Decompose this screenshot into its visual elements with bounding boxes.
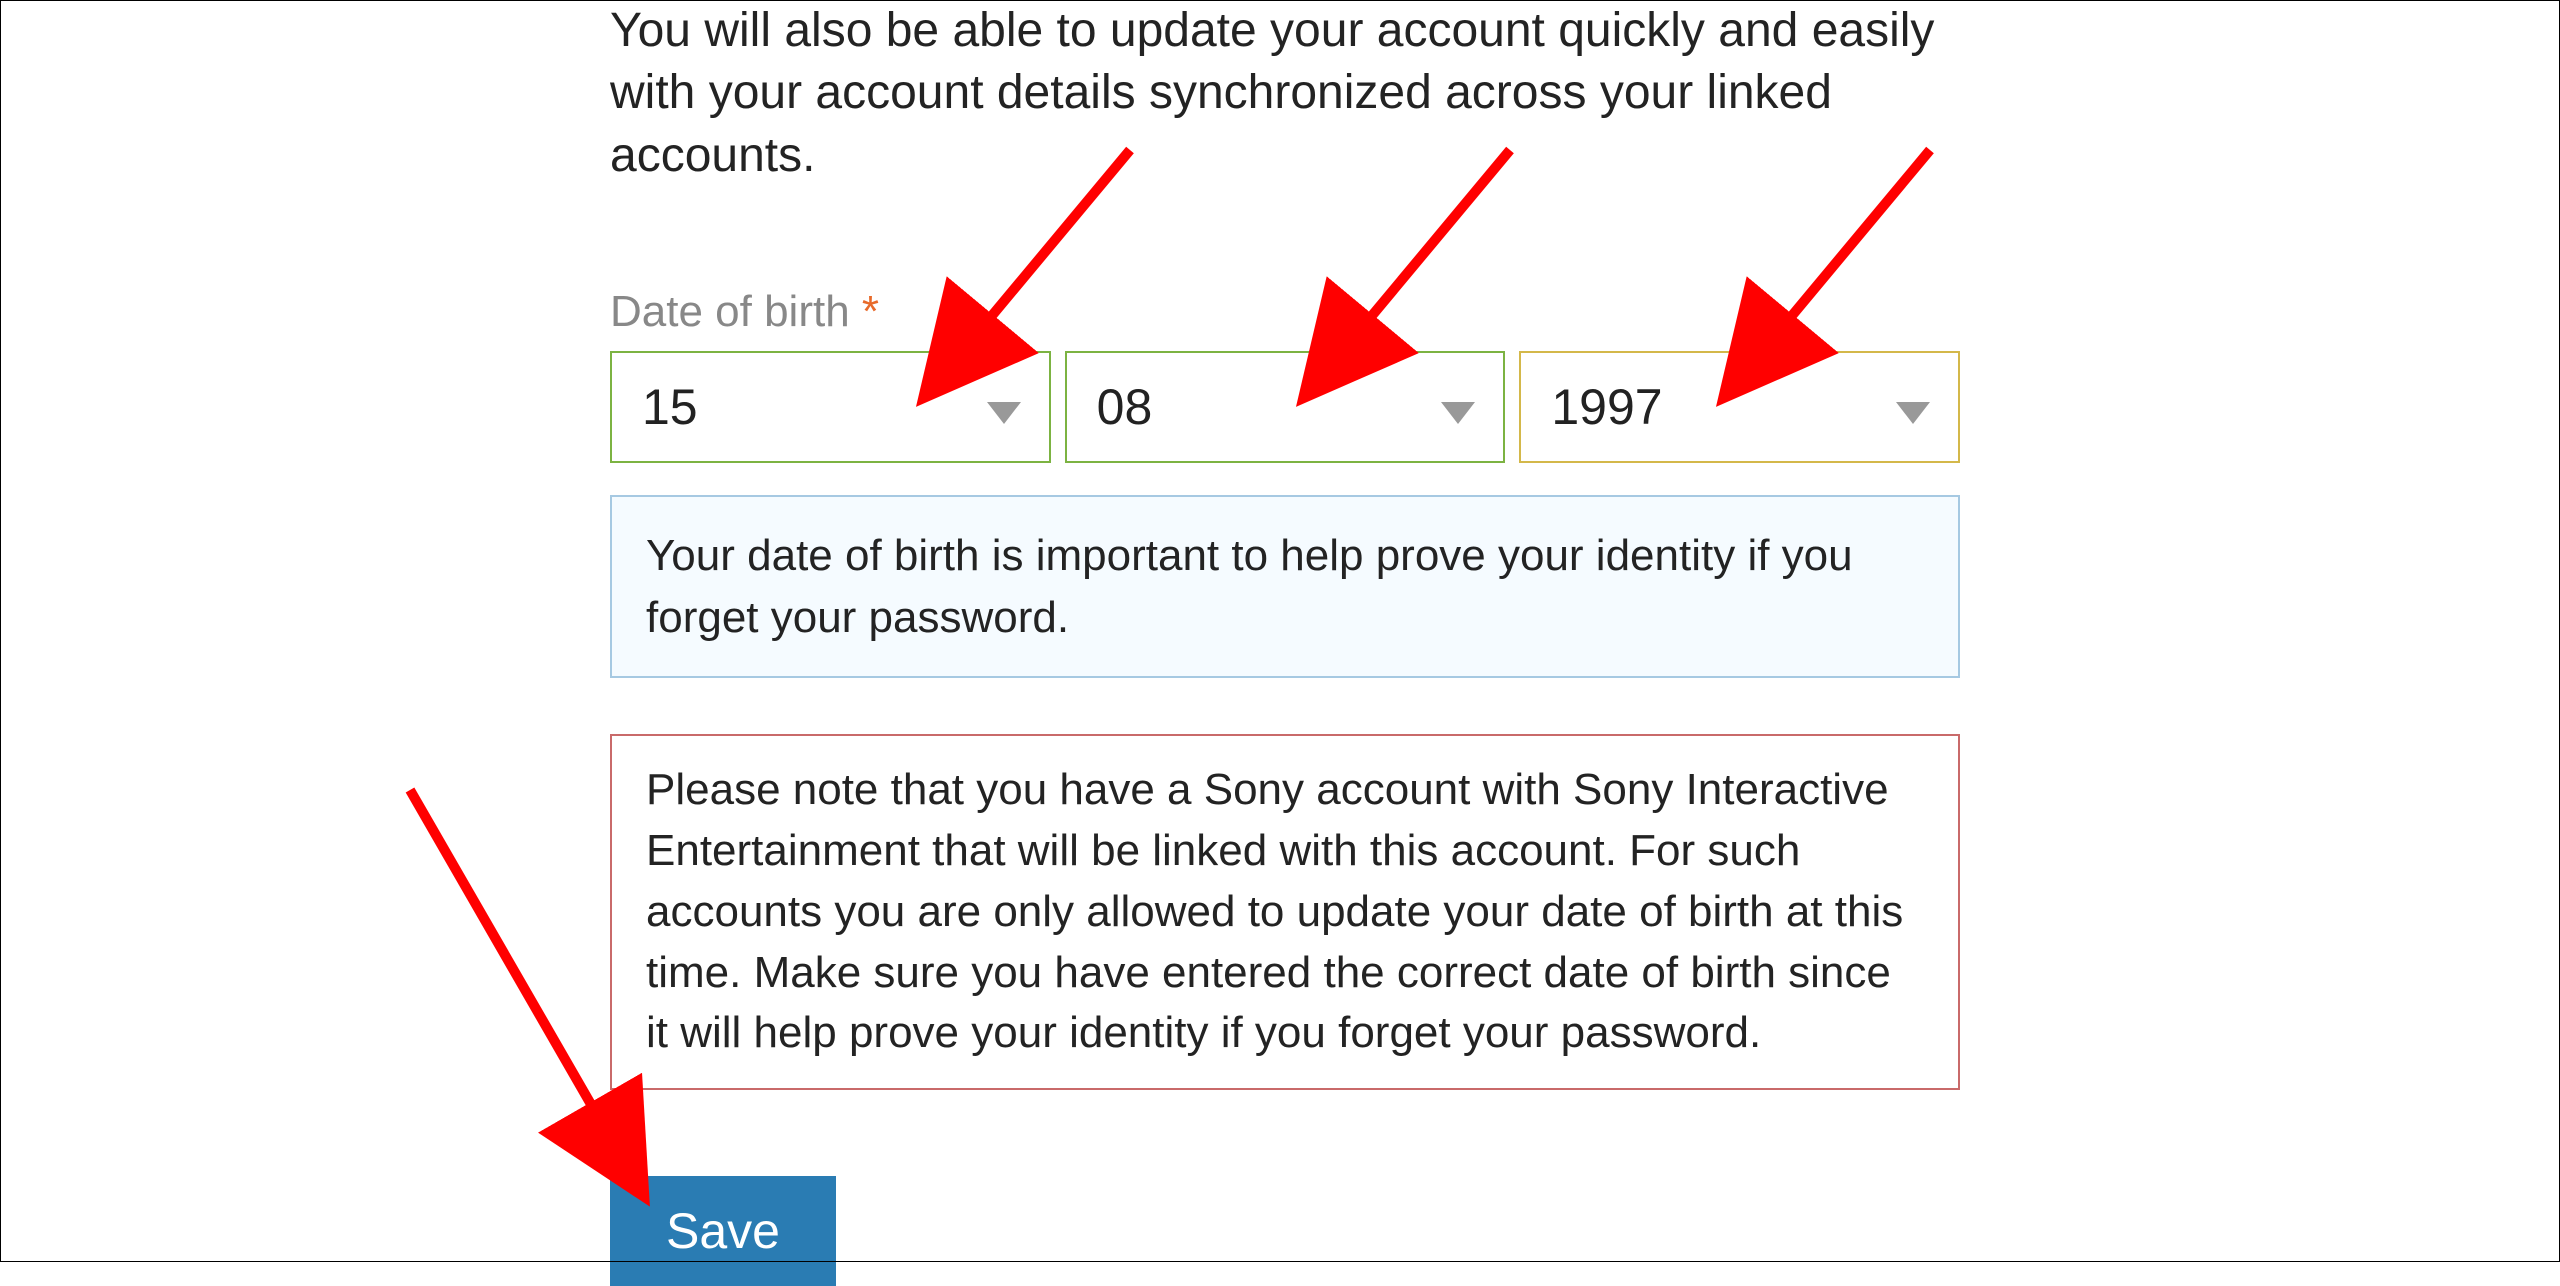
intro-paragraph: You will also be able to update your acc… xyxy=(610,0,1960,187)
dob-info-message: Your date of birth is important to help … xyxy=(610,495,1960,678)
dob-dropdown-row: 15 08 1997 xyxy=(610,351,1960,463)
chevron-down-icon xyxy=(1441,378,1475,436)
account-link-warning: Please note that you have a Sony account… xyxy=(610,734,1960,1090)
dob-day-value: 15 xyxy=(642,378,698,436)
dob-month-select[interactable]: 08 xyxy=(1065,351,1506,463)
chevron-down-icon xyxy=(1896,378,1930,436)
required-marker: * xyxy=(862,287,879,336)
form-content: You will also be able to update your acc… xyxy=(610,0,1960,1286)
chevron-down-icon xyxy=(987,378,1021,436)
save-button[interactable]: Save xyxy=(610,1176,836,1286)
dob-day-select[interactable]: 15 xyxy=(610,351,1051,463)
dob-month-value: 08 xyxy=(1097,378,1153,436)
arrow-icon xyxy=(410,790,600,1120)
dob-label: Date of birth * xyxy=(610,287,1960,337)
dob-year-value: 1997 xyxy=(1551,378,1662,436)
dob-year-select[interactable]: 1997 xyxy=(1519,351,1960,463)
dob-label-text: Date of birth xyxy=(610,287,850,336)
